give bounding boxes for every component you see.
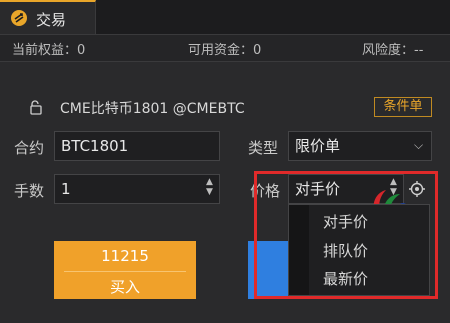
available-funds-text: 可用资金：0 [188, 43, 262, 58]
tab-trade[interactable]: 交易 [0, 0, 96, 34]
order-type-label: 类型 [248, 139, 279, 157]
buy-button-divider [64, 271, 186, 272]
buy-price: 11215 [101, 247, 149, 265]
quantity-input[interactable]: 1 [54, 174, 220, 204]
unlock-icon[interactable] [28, 99, 44, 115]
quantity-stepper[interactable]: ▲ ▼ [206, 177, 213, 197]
quantity-label: 手数 [14, 182, 45, 200]
conditional-order-button[interactable]: 条件单 [374, 97, 432, 117]
chevron-down-icon: ⌵ [414, 138, 424, 152]
price-type-dropdown: 对手价 排队价 最新价 [288, 204, 430, 296]
price-label: 价格 [250, 182, 281, 200]
contract-label: 合约 [14, 139, 45, 157]
product-name: CME比特币1801 @CMEBTC [60, 101, 245, 117]
buy-button[interactable]: 11215 买入 [54, 241, 196, 299]
tab-trade-label: 交易 [36, 11, 67, 29]
contract-input[interactable]: BTC1801 [54, 131, 220, 161]
exchange-icon [11, 10, 27, 26]
risk-text: 风险度：-- [362, 43, 424, 58]
buy-action-label: 买入 [109, 278, 140, 296]
tab-bar: 交易 [0, 0, 450, 35]
account-status-bar: 当前权益：0 可用资金：0 风险度：-- [0, 35, 450, 62]
dropdown-option[interactable]: 对手价 [323, 211, 368, 232]
equity-text: 当前权益：0 [12, 43, 86, 58]
order-type-select[interactable]: 限价单 [288, 131, 432, 161]
order-type-value: 限价单 [295, 137, 341, 155]
dropdown-gutter [289, 205, 309, 295]
dropdown-option[interactable]: 最新价 [323, 268, 368, 289]
dropdown-option[interactable]: 排队价 [323, 240, 368, 261]
